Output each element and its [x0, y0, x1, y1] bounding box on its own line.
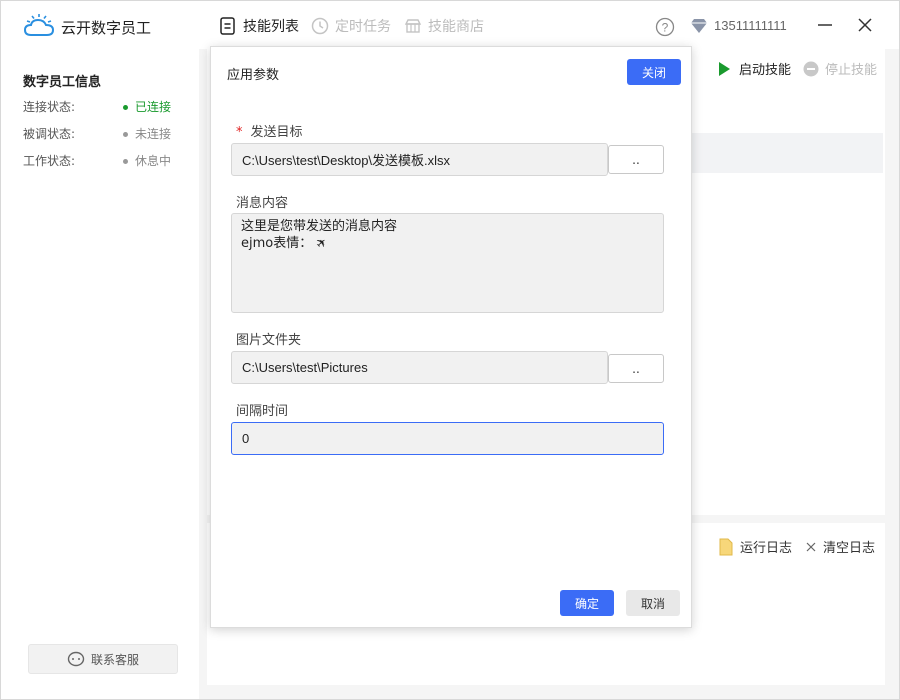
app-title: 云开数字员工 — [61, 19, 152, 37]
status-value: 休息中 — [123, 152, 171, 169]
target-path-input[interactable]: C:\Users\test\Desktop\发送模板.xlsx — [231, 143, 608, 176]
list-icon — [220, 17, 235, 35]
status-text: 未连接 — [135, 127, 172, 141]
tab-skill-list[interactable]: 技能列表 — [219, 16, 299, 36]
status-dot-icon — [123, 159, 128, 164]
store-icon — [404, 19, 422, 33]
status-label: 连接状态: — [23, 100, 76, 114]
run-log-button[interactable]: 运行日志 — [718, 537, 792, 556]
log-file-icon — [719, 538, 733, 555]
skill-list-header — [691, 133, 883, 173]
message-label: 消息内容 — [236, 196, 289, 211]
clear-label: 清空日志 — [823, 541, 876, 556]
cloud-logo-icon — [23, 14, 55, 36]
start-skill-button[interactable]: 启动技能 — [717, 59, 791, 78]
status-dot-icon — [123, 132, 128, 137]
status-text: 已连接 — [135, 100, 172, 114]
dialog-title: 应用参数 — [227, 68, 280, 83]
images-label: 图片文件夹 — [236, 333, 302, 348]
status-label: 工作状态: — [23, 154, 76, 168]
required-mark: * — [236, 125, 243, 140]
target-label: * 发送目标 — [236, 121, 303, 140]
info-title: 数字员工信息 — [23, 75, 102, 90]
status-text: 休息中 — [135, 154, 172, 168]
help-icon[interactable]: ? — [655, 17, 675, 37]
tab-skill-store[interactable]: 技能商店 — [404, 16, 484, 36]
tab-label: 定时任务 — [335, 19, 391, 35]
confirm-button[interactable]: 确定 — [560, 590, 614, 616]
app-params-dialog: 应用参数 关闭 * 发送目标 C:\Users\test\Desktop\发送模板… — [210, 46, 692, 628]
target-label-text: 发送目标 — [250, 125, 303, 140]
interval-input[interactable]: 0 — [231, 422, 664, 455]
stop-skill-button[interactable]: 停止技能 — [803, 59, 877, 78]
tab-label: 技能列表 — [243, 19, 299, 35]
status-dot-icon — [123, 105, 128, 110]
cancel-button[interactable]: 取消 — [626, 590, 680, 616]
contact-support-button[interactable]: 联系客服 — [28, 644, 178, 674]
app-window: 云开数字员工 技能列表 定时任务 技能商店 ? 13511111111 数字员工… — [0, 0, 900, 700]
status-value: 未连接 — [123, 125, 171, 142]
headset-icon — [67, 651, 85, 667]
start-label: 启动技能 — [739, 63, 792, 78]
play-icon — [719, 61, 730, 76]
user-phone[interactable]: 13511111111 — [714, 18, 787, 33]
clear-log-button[interactable]: 清空日志 — [805, 537, 875, 556]
svg-text:?: ? — [662, 21, 669, 35]
tab-scheduled-tasks[interactable]: 定时任务 — [311, 16, 391, 36]
images-folder-input[interactable]: C:\Users\test\Pictures — [231, 351, 608, 384]
log-label: 运行日志 — [740, 541, 793, 556]
minimize-icon[interactable] — [815, 15, 835, 35]
close-window-icon[interactable] — [855, 15, 875, 35]
contact-label: 联系客服 — [90, 652, 139, 667]
diamond-user-icon — [691, 19, 707, 33]
message-line: 这里是您带发送的消息内容 — [241, 219, 398, 234]
message-textarea[interactable]: 这里是您带发送的消息内容 ejmo表情： 🛪 — [231, 213, 664, 313]
sidebar — [1, 49, 199, 699]
clear-x-icon — [806, 542, 816, 551]
target-browse-button[interactable]: .. — [608, 145, 664, 174]
tab-label: 技能商店 — [428, 19, 484, 35]
message-line: ejmo表情： 🛪 — [241, 236, 326, 251]
stop-icon — [803, 61, 819, 76]
status-value: 已连接 — [123, 98, 171, 115]
dialog-close-button[interactable]: 关闭 — [627, 59, 681, 85]
clock-icon — [311, 17, 329, 35]
images-browse-button[interactable]: .. — [608, 354, 664, 383]
status-label: 被调状态: — [23, 127, 76, 141]
interval-label: 间隔时间 — [236, 404, 289, 419]
title-bar: 云开数字员工 技能列表 定时任务 技能商店 ? 13511111111 — [1, 1, 899, 49]
stop-label: 停止技能 — [825, 63, 878, 78]
